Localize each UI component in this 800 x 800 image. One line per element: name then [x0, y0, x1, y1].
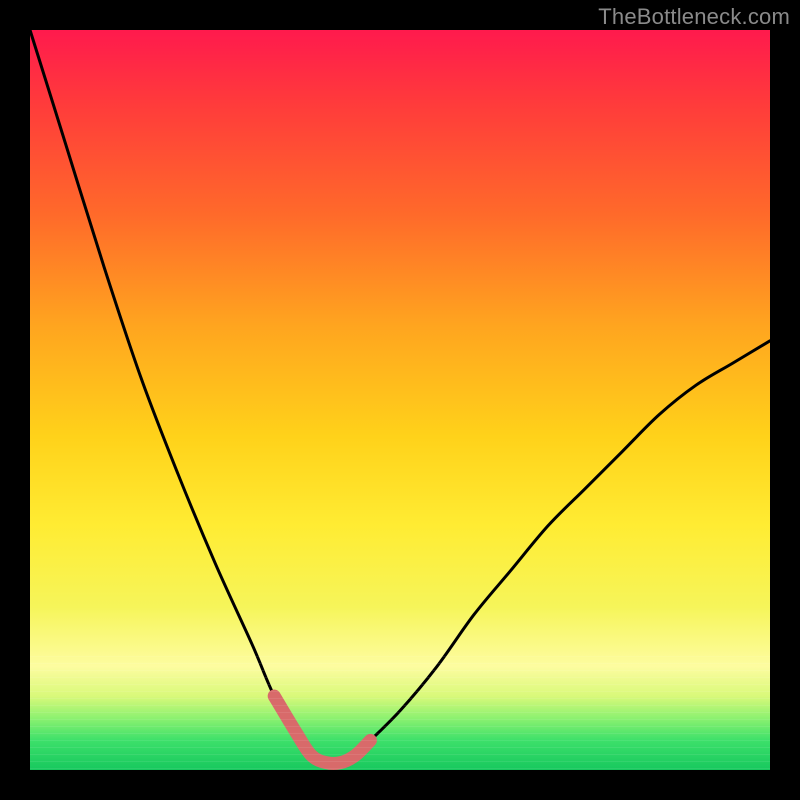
chart-frame: TheBottleneck.com [0, 0, 800, 800]
curve-main-path [30, 30, 770, 764]
watermark-text: TheBottleneck.com [598, 4, 790, 30]
curve-highlight-path [274, 696, 370, 764]
chart-plot-area [30, 30, 770, 770]
bottleneck-curve [30, 30, 770, 770]
